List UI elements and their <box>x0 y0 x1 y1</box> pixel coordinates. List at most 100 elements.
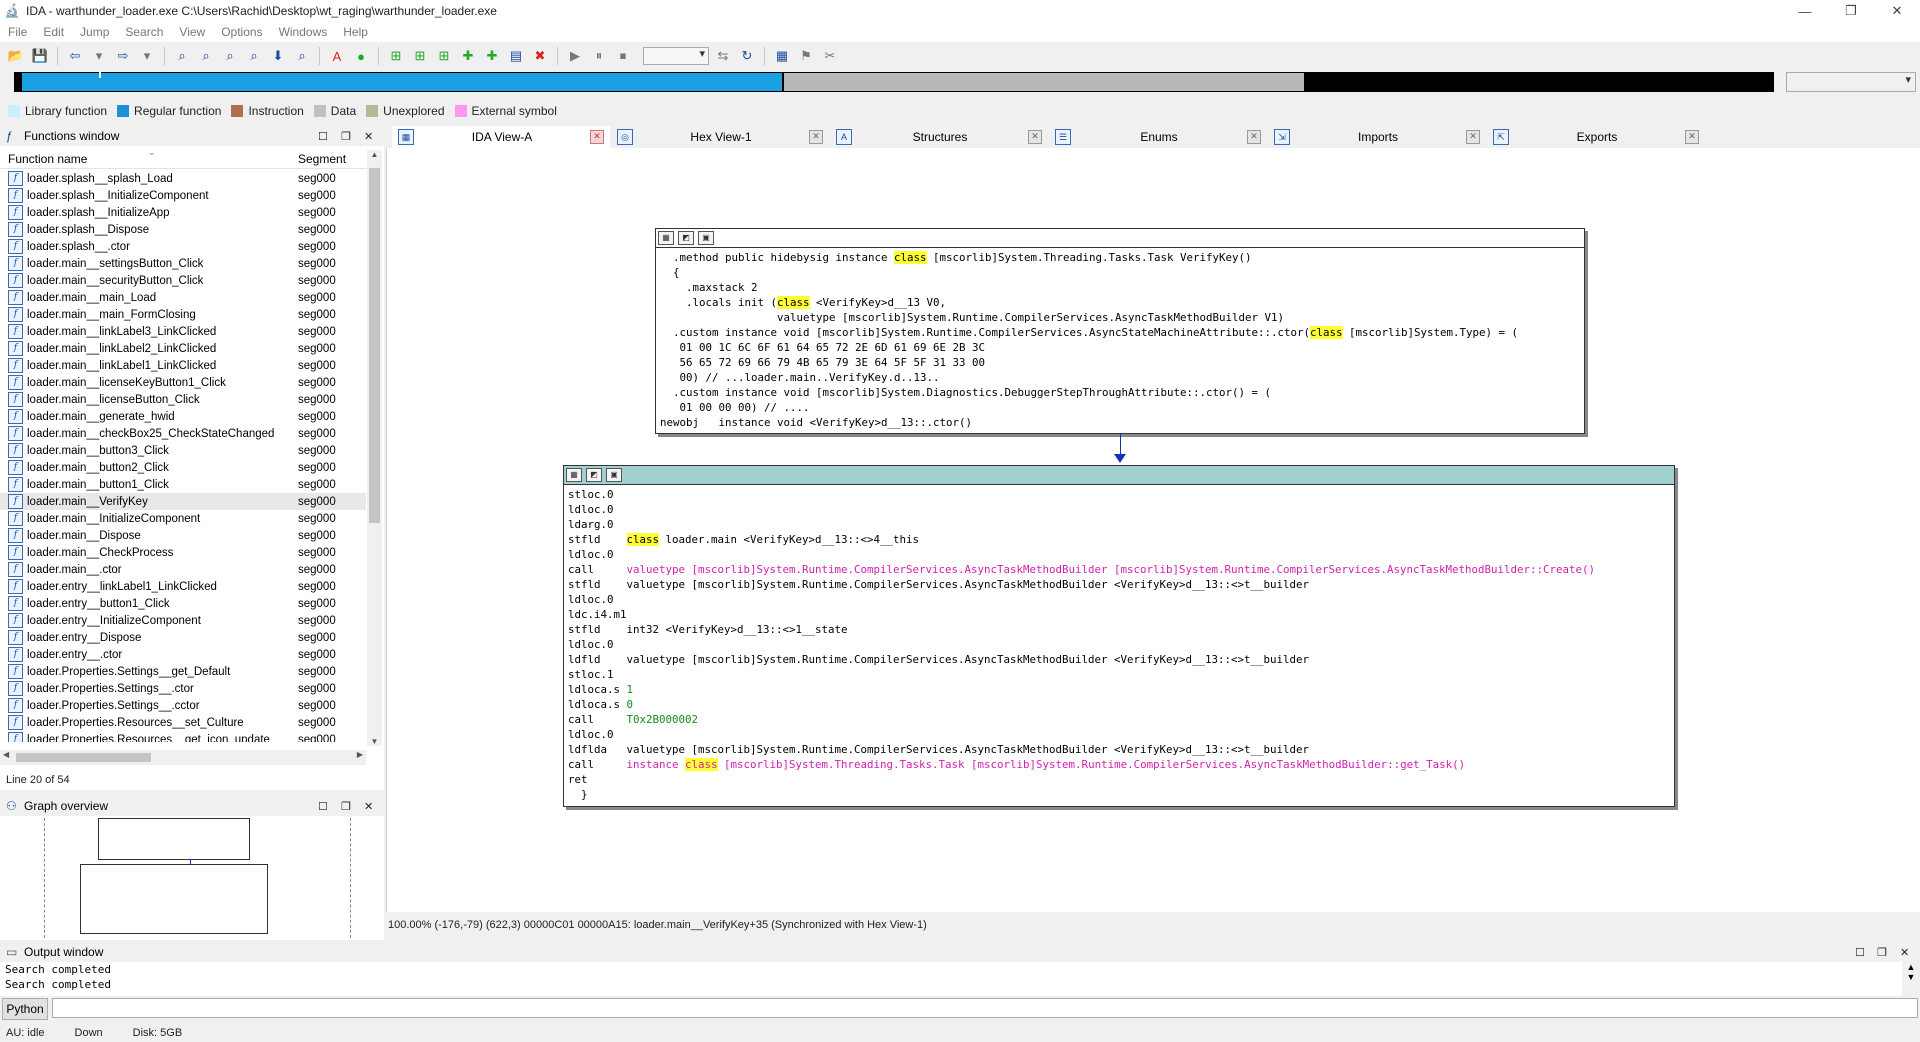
search-all-icon[interactable]: ⌕ <box>292 46 312 66</box>
menu-edit[interactable]: Edit <box>35 25 72 39</box>
menu-view[interactable]: View <box>171 25 213 39</box>
back-dropdown-icon[interactable]: ▾ <box>89 46 109 66</box>
graph-node-entry[interactable]: ▦ ◩ ▣ .method public hidebysig instance … <box>655 228 1585 434</box>
tab-enums[interactable]: ☰ Enums ✕ <box>1049 126 1267 148</box>
function-row[interactable]: f loader.entry__.ctor seg000 <box>0 646 366 663</box>
graph-overview-canvas[interactable] <box>4 818 380 938</box>
function-row[interactable]: f loader.main__button3_Click seg000 <box>0 442 366 459</box>
output-text[interactable]: Search completed Search completed <box>0 962 1902 996</box>
column-function-name[interactable]: Function name <box>8 152 87 166</box>
function-row[interactable]: f loader.main__linkLabel1_LinkClicked seg0… <box>0 357 366 374</box>
function-row[interactable]: f loader.splash__.ctor seg000 <box>0 238 366 255</box>
python-language-button[interactable]: Python <box>2 998 48 1020</box>
function-row[interactable]: f loader.main__licenseKeyButton1_Click seg… <box>0 374 366 391</box>
dock-icon[interactable]: ❐ <box>1877 946 1887 959</box>
float-icon[interactable]: ☐ <box>318 130 328 143</box>
function-row[interactable]: f loader.Properties.Resources__set_Cultur… <box>0 714 366 731</box>
graph-view[interactable]: ▦ ◩ ▣ .method public hidebysig instance … <box>386 148 1920 912</box>
minimize-button[interactable]: — <box>1782 0 1828 22</box>
scroll-up-icon[interactable]: ▲ <box>367 150 382 159</box>
function-row[interactable]: f loader.main__InitializeComponent seg000 <box>0 510 366 527</box>
nav-data-region[interactable] <box>784 73 1304 91</box>
function-row[interactable]: f loader.Properties.Resources__get_icon_u… <box>0 731 366 742</box>
function-row[interactable]: f loader.Properties.Settings__.cctor seg00… <box>0 697 366 714</box>
text-icon[interactable]: A <box>327 46 347 66</box>
menu-options[interactable]: Options <box>213 25 270 39</box>
function-row[interactable]: f loader.Properties.Settings__.ctor seg000 <box>0 680 366 697</box>
tab-hex-view-1[interactable]: ◎ Hex View-1 ✕ <box>611 126 829 148</box>
float-icon[interactable]: ☐ <box>1855 946 1865 959</box>
float-icon[interactable]: ☐ <box>318 800 328 813</box>
function-row[interactable]: f loader.splash__splash_Load seg000 <box>0 170 366 187</box>
debugger-select[interactable] <box>643 47 709 65</box>
add-function-icon[interactable]: ⊞ <box>386 46 406 66</box>
binoculars-next-icon[interactable]: ⌕ <box>244 46 264 66</box>
function-row[interactable]: f loader.main__button2_Click seg000 <box>0 459 366 476</box>
save-icon[interactable]: 💾 <box>30 46 50 66</box>
function-row[interactable]: f loader.main__linkLabel2_LinkClicked seg0… <box>0 340 366 357</box>
node-code[interactable]: .method public hidebysig instance class … <box>656 248 1584 430</box>
close-icon[interactable]: ✕ <box>364 130 373 143</box>
node-graph-icon[interactable]: ◩ <box>678 231 694 245</box>
close-button[interactable]: ✕ <box>1874 0 1920 22</box>
navigation-dropdown[interactable] <box>1786 72 1916 92</box>
open-file-icon[interactable]: 📂 <box>6 46 26 66</box>
function-row[interactable]: f loader.main__.ctor seg000 <box>0 561 366 578</box>
function-row[interactable]: f loader.Properties.Settings__get_Default… <box>0 663 366 680</box>
scroll-down-icon[interactable]: ▼ <box>367 737 382 746</box>
tools-icon[interactable]: ✂ <box>820 46 840 66</box>
delete-icon[interactable]: ✖ <box>530 46 550 66</box>
tab-imports[interactable]: ⇲ Imports ✕ <box>1268 126 1486 148</box>
functions-horizontal-scrollbar[interactable]: ◀ ▶ <box>0 750 366 765</box>
scroll-right-icon[interactable]: ▶ <box>357 750 363 759</box>
tab-close-icon[interactable]: ✕ <box>1685 130 1699 144</box>
struct-add-icon[interactable]: ✚ <box>482 46 502 66</box>
close-icon[interactable]: ✕ <box>1900 946 1909 959</box>
function-row[interactable]: f loader.main__linkLabel3_LinkClicked seg0… <box>0 323 366 340</box>
function-row[interactable]: f loader.main__checkBox25_CheckStateChang… <box>0 425 366 442</box>
attach-icon[interactable]: ⇆ <box>713 46 733 66</box>
tab-ida-view-a[interactable]: ▦ IDA View-A ✕ <box>392 126 610 148</box>
function-row[interactable]: f loader.main__licenseButton_Click seg000 <box>0 391 366 408</box>
menu-windows[interactable]: Windows <box>271 25 336 39</box>
tab-close-icon[interactable]: ✕ <box>809 130 823 144</box>
function-row[interactable]: f loader.splash__InitializeApp seg000 <box>0 204 366 221</box>
scroll-up-icon[interactable]: ▲ <box>1904 962 1918 972</box>
pause-icon[interactable]: ⏸ <box>589 46 609 66</box>
tab-close-icon[interactable]: ✕ <box>1247 130 1261 144</box>
node-code[interactable]: stloc.0 ldloc.0 ldarg.0 stfld class load… <box>564 485 1674 802</box>
menu-file[interactable]: File <box>0 25 35 39</box>
edit-function-icon[interactable]: ⊞ <box>410 46 430 66</box>
tab-close-icon[interactable]: ✕ <box>590 130 604 144</box>
output-scrollbar[interactable]: ▲ ▼ <box>1904 962 1918 996</box>
dock-icon[interactable]: ❐ <box>341 130 351 143</box>
jump-down-icon[interactable]: ⬇ <box>268 46 288 66</box>
run-circle-icon[interactable]: ● <box>351 46 371 66</box>
function-row[interactable]: f loader.entry__button1_Click seg000 <box>0 595 366 612</box>
chart-icon[interactable]: ▤ <box>506 46 526 66</box>
node-group-icon[interactable]: ▣ <box>698 231 714 245</box>
close-icon[interactable]: ✕ <box>364 800 373 813</box>
function-row[interactable]: f loader.main__Dispose seg000 <box>0 527 366 544</box>
binoculars-binary-icon[interactable]: ⌕ <box>196 46 216 66</box>
start-debug-icon[interactable]: ▶ <box>565 46 585 66</box>
function-row[interactable]: f loader.main__generate_hwid seg000 <box>0 408 366 425</box>
navigation-band[interactable] <box>14 72 1774 92</box>
function-row[interactable]: f loader.main__settingsButton_Click seg000 <box>0 255 366 272</box>
functions-list[interactable]: f loader.splash__splash_Load seg000f loader… <box>0 170 366 742</box>
nav-regular-function-region[interactable] <box>22 73 782 91</box>
node-color-icon[interactable]: ▦ <box>566 468 582 482</box>
breakpoints-icon[interactable]: ▦ <box>772 46 792 66</box>
forward-icon[interactable]: ⇨ <box>113 46 133 66</box>
scroll-left-icon[interactable]: ◀ <box>3 750 9 759</box>
menu-jump[interactable]: Jump <box>72 25 117 39</box>
back-icon[interactable]: ⇦ <box>65 46 85 66</box>
function-row[interactable]: f loader.main__VerifyKey seg000 <box>0 493 366 510</box>
forward-dropdown-icon[interactable]: ▾ <box>137 46 157 66</box>
scrollbar-thumb[interactable] <box>16 753 151 762</box>
function-row[interactable]: f loader.entry__linkLabel1_LinkClicked seg… <box>0 578 366 595</box>
tracing-icon[interactable]: ⚑ <box>796 46 816 66</box>
tab-exports[interactable]: ⇱ Exports ✕ <box>1487 126 1705 148</box>
python-command-input[interactable] <box>52 998 1918 1018</box>
function-row[interactable]: f loader.entry__Dispose seg000 <box>0 629 366 646</box>
